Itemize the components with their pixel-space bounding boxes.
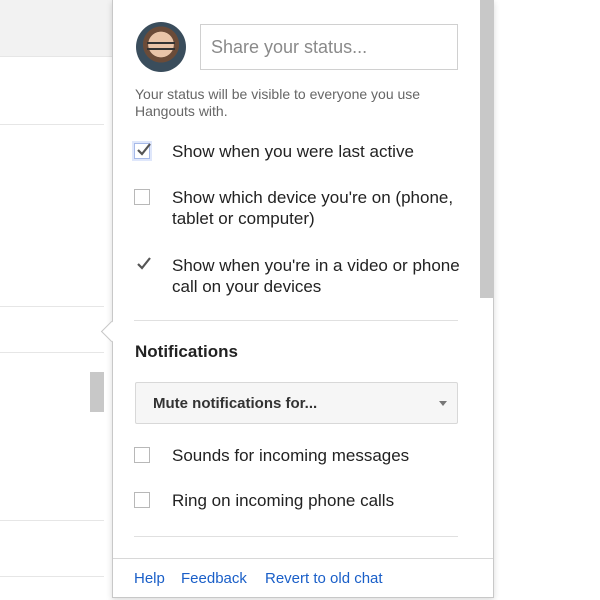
revert-link[interactable]: Revert to old chat [265, 570, 383, 587]
help-link[interactable]: Help [134, 570, 165, 587]
background-scroll-thumb [90, 372, 104, 412]
ring-checkbox[interactable] [134, 492, 150, 508]
sounds-checkbox[interactable] [134, 447, 150, 463]
in-call-checkbox[interactable] [134, 257, 151, 273]
option-label: Show which device you're on (phone, tabl… [172, 188, 454, 228]
background-divider [0, 576, 104, 577]
background-divider [0, 520, 104, 521]
background-divider [0, 306, 104, 307]
mute-notifications-select[interactable]: Mute notifications for... [135, 382, 458, 424]
checkmark-icon [137, 143, 151, 156]
option-label: Sounds for incoming messages [172, 446, 410, 465]
notifications-heading: Notifications [135, 342, 238, 361]
option-label: Show when you were last active [172, 142, 414, 161]
status-input[interactable] [200, 24, 458, 70]
background-header [0, 0, 112, 57]
panel-footer: Help Feedback Revert to old chat [113, 558, 493, 598]
last-active-checkbox[interactable] [134, 143, 151, 159]
section-divider [134, 536, 458, 537]
feedback-link[interactable]: Feedback [181, 570, 247, 587]
chevron-down-icon [439, 401, 447, 406]
checkmark-icon [137, 257, 151, 270]
scrollbar-thumb[interactable] [480, 0, 494, 298]
section-divider [134, 320, 458, 321]
background-divider [0, 124, 104, 125]
option-label: Ring on incoming phone calls [172, 491, 395, 510]
device-checkbox[interactable] [134, 189, 150, 205]
select-label: Mute notifications for... [153, 395, 318, 412]
background-divider [0, 352, 104, 353]
status-visibility-note: Your status will be visible to everyone … [135, 86, 421, 119]
option-label: Show when you're in a video or phone cal… [172, 256, 460, 296]
avatar[interactable] [136, 22, 186, 72]
avatar-glasses [147, 42, 175, 50]
